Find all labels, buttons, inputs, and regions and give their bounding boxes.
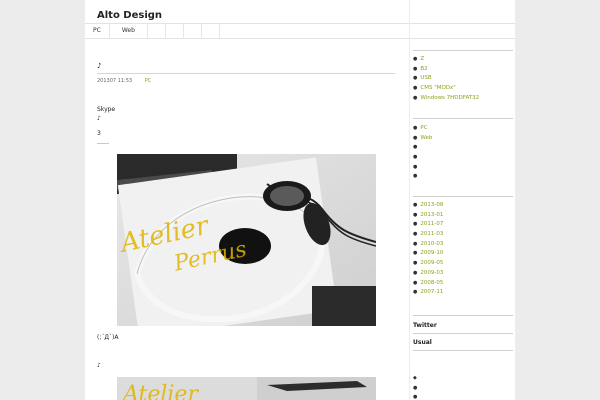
list-item[interactable]: ● CMS "MODx": [413, 84, 479, 94]
list-item[interactable]: ● USB: [413, 74, 479, 84]
nav-item-pc[interactable]: PC: [85, 24, 110, 38]
list-item[interactable]: ● Windows 7HDDFAT32: [413, 94, 479, 104]
list-item[interactable]: ● 2011-03: [413, 230, 443, 240]
post: ♪ 201307 11:53 PC Skype ♪ 3 …… Atelier P…: [97, 62, 395, 400]
list-item[interactable]: ● 2009-03: [413, 269, 443, 279]
list-item[interactable]: ◆: [413, 374, 420, 384]
nav-item-empty[interactable]: [202, 24, 220, 38]
nav-item-empty[interactable]: [166, 24, 184, 38]
list-item[interactable]: ● PC: [413, 124, 432, 134]
recent-posts-list: ● Z ● B2 ● USB ● CMS "MODx" ● Windows 7HDDFAT…: [413, 55, 479, 103]
divider: [413, 50, 513, 51]
list-item[interactable]: ●: [413, 163, 432, 173]
usual-heading: Usual: [413, 339, 432, 346]
list-item[interactable]: ● B2: [413, 65, 479, 75]
post-title[interactable]: ♪: [97, 62, 395, 70]
nav-item-empty[interactable]: [148, 24, 166, 38]
post-text: (;´Д`)A: [97, 334, 119, 341]
divider: [413, 333, 513, 334]
list-item[interactable]: ● 2011-07: [413, 220, 443, 230]
post-text: 3: [97, 130, 101, 137]
list-item[interactable]: ● 2010-03: [413, 240, 443, 250]
divider: [413, 196, 513, 197]
headphones-photo-image: Atelier Perrus: [117, 154, 376, 326]
headphones-photo[interactable]: Atelier Perrus: [117, 154, 376, 326]
list-item[interactable]: ●: [413, 153, 432, 163]
twitter-heading: Twitter: [413, 322, 437, 329]
nav-item-empty[interactable]: [184, 24, 202, 38]
archives-list: ● 2013-08 ● 2013-01 ● 2011-07 ● 2011-03 ● 201…: [413, 201, 443, 298]
divider: [413, 350, 513, 351]
list-item[interactable]: ● Web: [413, 134, 432, 144]
list-item[interactable]: ●: [413, 143, 432, 153]
post-text: ……: [97, 139, 109, 146]
page: Alto Design PC Web ♪ 201307 11:53 PC Sky…: [85, 0, 515, 400]
list-item[interactable]: ● 2007-11: [413, 288, 443, 298]
categories-list: ● PC ● Web ● ● ● ●: [413, 124, 432, 182]
list-item[interactable]: ● 2013-01: [413, 211, 443, 221]
divider: [413, 118, 513, 119]
post-meta: 201307 11:53 PC: [97, 78, 395, 84]
list-item[interactable]: ●: [413, 172, 432, 182]
site-title[interactable]: Alto Design: [97, 10, 162, 21]
second-photo[interactable]: Atelier: [117, 377, 376, 400]
watermark-text: Atelier: [121, 382, 199, 400]
divider: [413, 315, 513, 316]
bottom-list: ◆ ● ●: [413, 374, 420, 400]
list-item[interactable]: ● Z: [413, 55, 479, 65]
list-item[interactable]: ● 2008-05: [413, 279, 443, 289]
post-text: Skype: [97, 106, 116, 113]
list-item[interactable]: ● 2013-08: [413, 201, 443, 211]
sidebar: ● Z ● B2 ● USB ● CMS "MODx" ● Windows 7HDDFAT…: [409, 0, 515, 400]
nav-item-web[interactable]: Web: [110, 24, 148, 38]
list-item[interactable]: ● 2009-10: [413, 249, 443, 259]
post-date: 201307 11:53: [97, 78, 133, 84]
second-photo-image: Atelier: [117, 377, 376, 400]
list-item[interactable]: ●: [413, 393, 420, 400]
post-text: ♪: [97, 115, 101, 122]
post-category-link[interactable]: PC: [145, 78, 152, 84]
post-text: ♪: [97, 362, 101, 369]
divider: [97, 73, 395, 74]
list-item[interactable]: ● 2009-05: [413, 259, 443, 269]
list-item[interactable]: ●: [413, 384, 420, 394]
